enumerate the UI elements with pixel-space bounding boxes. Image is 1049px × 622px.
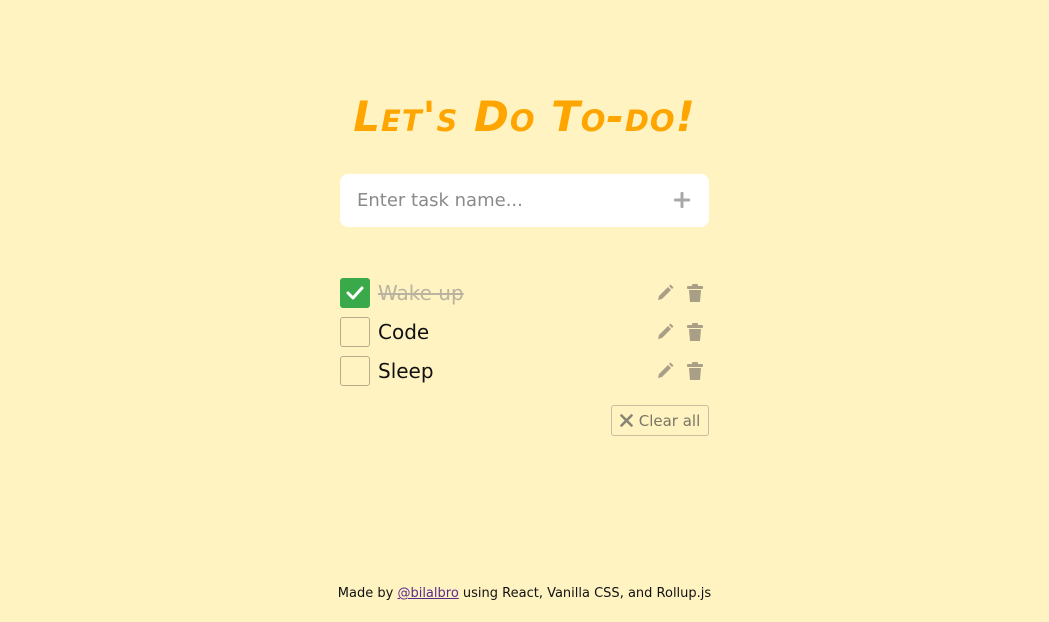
clear-all-button[interactable]: Clear all [611, 405, 709, 436]
close-icon [619, 414, 633, 427]
footer-suffix: using React, Vanilla CSS, and Rollup.js [458, 586, 712, 601]
task-label: Code [378, 320, 430, 344]
trash-icon [687, 323, 703, 341]
author-link[interactable]: @bilalbro [397, 586, 458, 601]
task-checkbox[interactable] [340, 278, 370, 308]
task-item: Sleep [340, 356, 709, 386]
edit-task-button[interactable] [655, 361, 675, 381]
new-task-form [340, 174, 709, 227]
clear-all-label: Clear all [638, 411, 701, 430]
task-item: Code [340, 317, 709, 347]
pencil-icon [658, 362, 674, 378]
task-list: Wake up Code Sleep [340, 278, 709, 395]
edit-task-button[interactable] [655, 283, 675, 303]
task-label: Wake up [378, 281, 464, 305]
trash-icon [687, 284, 703, 302]
check-icon [346, 286, 364, 300]
footer-prefix: Made by [337, 586, 398, 601]
task-actions [655, 283, 705, 303]
task-checkbox[interactable] [340, 317, 370, 347]
plus-icon [674, 192, 690, 208]
pencil-icon [658, 284, 674, 300]
task-item: Wake up [340, 278, 709, 308]
task-label: Sleep [378, 359, 434, 383]
edit-task-button[interactable] [655, 322, 675, 342]
delete-task-button[interactable] [685, 283, 705, 303]
app-title: Let's Do To-do! [353, 92, 696, 141]
task-actions [655, 322, 705, 342]
task-name-input[interactable] [340, 179, 659, 222]
task-checkbox[interactable] [340, 356, 370, 386]
delete-task-button[interactable] [685, 322, 705, 342]
footer: Made by @bilalbro using React, Vanilla C… [0, 586, 1049, 601]
task-actions [655, 361, 705, 381]
delete-task-button[interactable] [685, 361, 705, 381]
trash-icon [687, 362, 703, 380]
add-task-button[interactable] [669, 187, 695, 213]
pencil-icon [658, 323, 674, 339]
